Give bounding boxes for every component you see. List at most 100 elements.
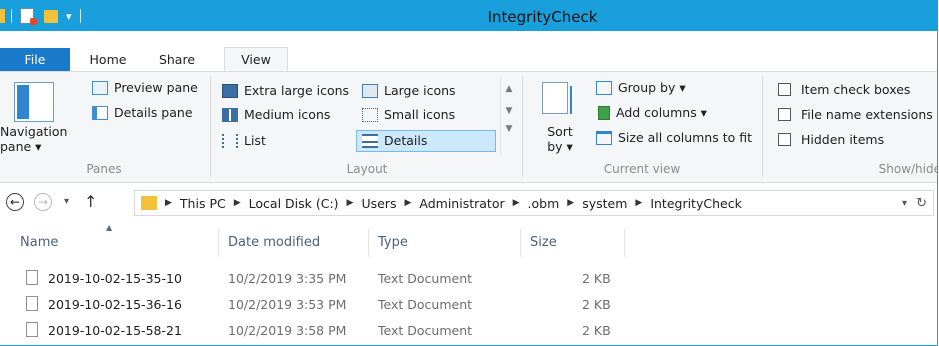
file-name-extensions-label: File name extensions: [801, 107, 933, 122]
address-history-dropdown-icon[interactable]: ▾: [902, 198, 907, 209]
breadcrumb-local-disk[interactable]: Local Disk (C:): [249, 196, 339, 211]
up-arrow-icon[interactable]: ↑: [84, 192, 97, 211]
large-icons-label: Large icons: [384, 83, 456, 98]
breadcrumb-separator-icon[interactable]: ▶: [234, 198, 241, 208]
column-header-size[interactable]: Size: [530, 231, 557, 255]
text-document-icon: [26, 322, 38, 337]
panes-group: Navigation pane ▾ Preview pane Details p…: [0, 72, 208, 182]
group-divider: [210, 76, 211, 178]
column-divider[interactable]: [368, 229, 369, 257]
medium-icons-option[interactable]: Medium icons: [222, 107, 330, 122]
recent-locations-dropdown-icon[interactable]: ▾: [64, 196, 69, 207]
breadcrumb-system[interactable]: system: [582, 196, 627, 211]
breadcrumb-users[interactable]: Users: [361, 196, 396, 211]
gallery-expand-icon[interactable]: ▼: [501, 124, 517, 134]
column-divider[interactable]: [624, 229, 625, 257]
tab-file[interactable]: File: [0, 48, 70, 72]
breadcrumb-separator-icon: ▶: [165, 198, 172, 208]
size-all-columns-label: Size all columns to fit: [618, 130, 753, 145]
sort-by-label: Sort by ▾: [547, 124, 573, 154]
group-by-button[interactable]: Group by ▾: [596, 80, 686, 95]
sort-arrow-icon: [570, 86, 572, 114]
file-name: 2019-10-02-15-35-10: [48, 271, 182, 286]
group-divider: [522, 76, 523, 178]
list-option[interactable]: List: [222, 133, 266, 148]
tab-view[interactable]: View: [224, 47, 288, 72]
panes-group-label: Panes: [86, 162, 122, 176]
breadcrumb-obm[interactable]: .obm: [528, 196, 560, 211]
layout-group-label: Layout: [346, 162, 388, 176]
file-row[interactable]: 2019-10-02-15-36-16 10/2/2019 3:53 PM Te…: [20, 293, 640, 315]
file-row[interactable]: 2019-10-02-15-58-21 10/2/2019 3:58 PM Te…: [20, 319, 640, 341]
add-columns-icon: [598, 105, 610, 120]
extra-large-icons-label: Extra large icons: [244, 83, 350, 98]
hidden-items-checkbox[interactable]: [778, 133, 791, 146]
group-by-label: Group by ▾: [618, 80, 686, 95]
ribbon-tabs: File Home Share View: [0, 31, 937, 72]
breadcrumb-separator-icon[interactable]: ▶: [567, 198, 574, 208]
group-by-icon: [596, 80, 612, 95]
file-date-modified: 10/2/2019 3:58 PM: [228, 323, 347, 338]
scroll-up-icon[interactable]: ▲: [501, 84, 517, 94]
file-name-extensions-option[interactable]: File name extensions: [778, 107, 933, 122]
tab-share[interactable]: Share: [148, 48, 206, 72]
explorer-window: ▾ IntegrityCheck File Home Share View Na…: [0, 0, 938, 346]
small-icons-option[interactable]: Small icons: [362, 107, 455, 122]
column-divider[interactable]: [520, 229, 521, 257]
add-columns-button[interactable]: Add columns ▾: [596, 105, 707, 120]
breadcrumb-separator-icon[interactable]: ▶: [635, 198, 642, 208]
list-label: List: [244, 133, 266, 148]
sort-by-icon: [542, 82, 568, 114]
group-divider: [762, 76, 763, 178]
breadcrumb-integritycheck[interactable]: IntegrityCheck: [650, 196, 742, 211]
title-bar: ▾ IntegrityCheck: [0, 1, 937, 31]
details-pane-label: Details pane: [114, 105, 193, 120]
scroll-down-icon[interactable]: ▼: [501, 106, 517, 116]
sort-ascending-icon: ▲: [106, 223, 113, 232]
current-view-group-label: Current view: [603, 162, 681, 176]
file-name-extensions-checkbox[interactable]: [778, 108, 791, 121]
file-date-modified: 10/2/2019 3:53 PM: [228, 297, 347, 312]
file-list: ▲ Name Date modified Type Size 2019-10-0…: [0, 223, 937, 345]
column-divider[interactable]: [218, 229, 219, 257]
breadcrumb-separator-icon[interactable]: ▶: [347, 198, 354, 208]
text-document-icon: [26, 270, 38, 285]
small-icons-label: Small icons: [384, 107, 456, 122]
breadcrumb-administrator[interactable]: Administrator: [419, 196, 504, 211]
navigation-pane-label: Navigation pane ▾: [0, 124, 68, 154]
hidden-items-option[interactable]: Hidden items: [778, 132, 884, 147]
column-header-name[interactable]: Name: [20, 231, 58, 255]
forward-arrow-icon[interactable]: →: [34, 193, 52, 211]
size-all-columns-button[interactable]: Size all columns to fit: [596, 130, 752, 145]
item-check-boxes-option[interactable]: Item check boxes: [778, 82, 910, 97]
breadcrumb-separator-icon[interactable]: ▶: [513, 198, 520, 208]
small-icons-icon: [362, 107, 378, 122]
extra-large-icons-icon: [222, 83, 238, 98]
preview-pane-icon: [92, 80, 108, 95]
preview-pane-label: Preview pane: [114, 80, 198, 95]
layout-gallery-scroll[interactable]: ▲ ▼ ▼: [500, 78, 517, 154]
extra-large-icons-option[interactable]: Extra large icons: [222, 83, 349, 98]
refresh-icon[interactable]: ↻: [916, 196, 927, 211]
breadcrumb-separator-icon[interactable]: ▶: [404, 198, 411, 208]
preview-pane-button[interactable]: Preview pane: [92, 80, 198, 95]
item-check-boxes-checkbox[interactable]: [778, 83, 791, 96]
column-header-type[interactable]: Type: [378, 231, 408, 255]
tab-home[interactable]: Home: [73, 48, 143, 72]
details-option[interactable]: Details: [362, 133, 427, 148]
show-hide-group-label: Show/hide: [878, 162, 937, 176]
file-type: Text Document: [378, 297, 473, 312]
file-row[interactable]: 2019-10-02-15-35-10 10/2/2019 3:35 PM Te…: [20, 267, 640, 289]
details-pane-button[interactable]: Details pane: [92, 105, 193, 120]
back-arrow-icon[interactable]: ←: [6, 193, 24, 211]
column-header-date-modified[interactable]: Date modified: [228, 231, 320, 255]
large-icons-option[interactable]: Large icons: [362, 83, 456, 98]
breadcrumb-this-pc[interactable]: This PC: [180, 196, 226, 211]
navigation-bar: ← → ▾ ↑ ▶ This PC ▶ Local Disk (C:) ▶ Us…: [0, 185, 937, 221]
hidden-items-label: Hidden items: [801, 132, 885, 147]
file-name: 2019-10-02-15-58-21: [48, 323, 182, 338]
large-icons-icon: [362, 83, 378, 98]
item-check-boxes-label: Item check boxes: [801, 82, 911, 97]
address-bar[interactable]: ▶ This PC ▶ Local Disk (C:) ▶ Users ▶ Ad…: [134, 190, 934, 216]
text-document-icon: [26, 296, 38, 311]
